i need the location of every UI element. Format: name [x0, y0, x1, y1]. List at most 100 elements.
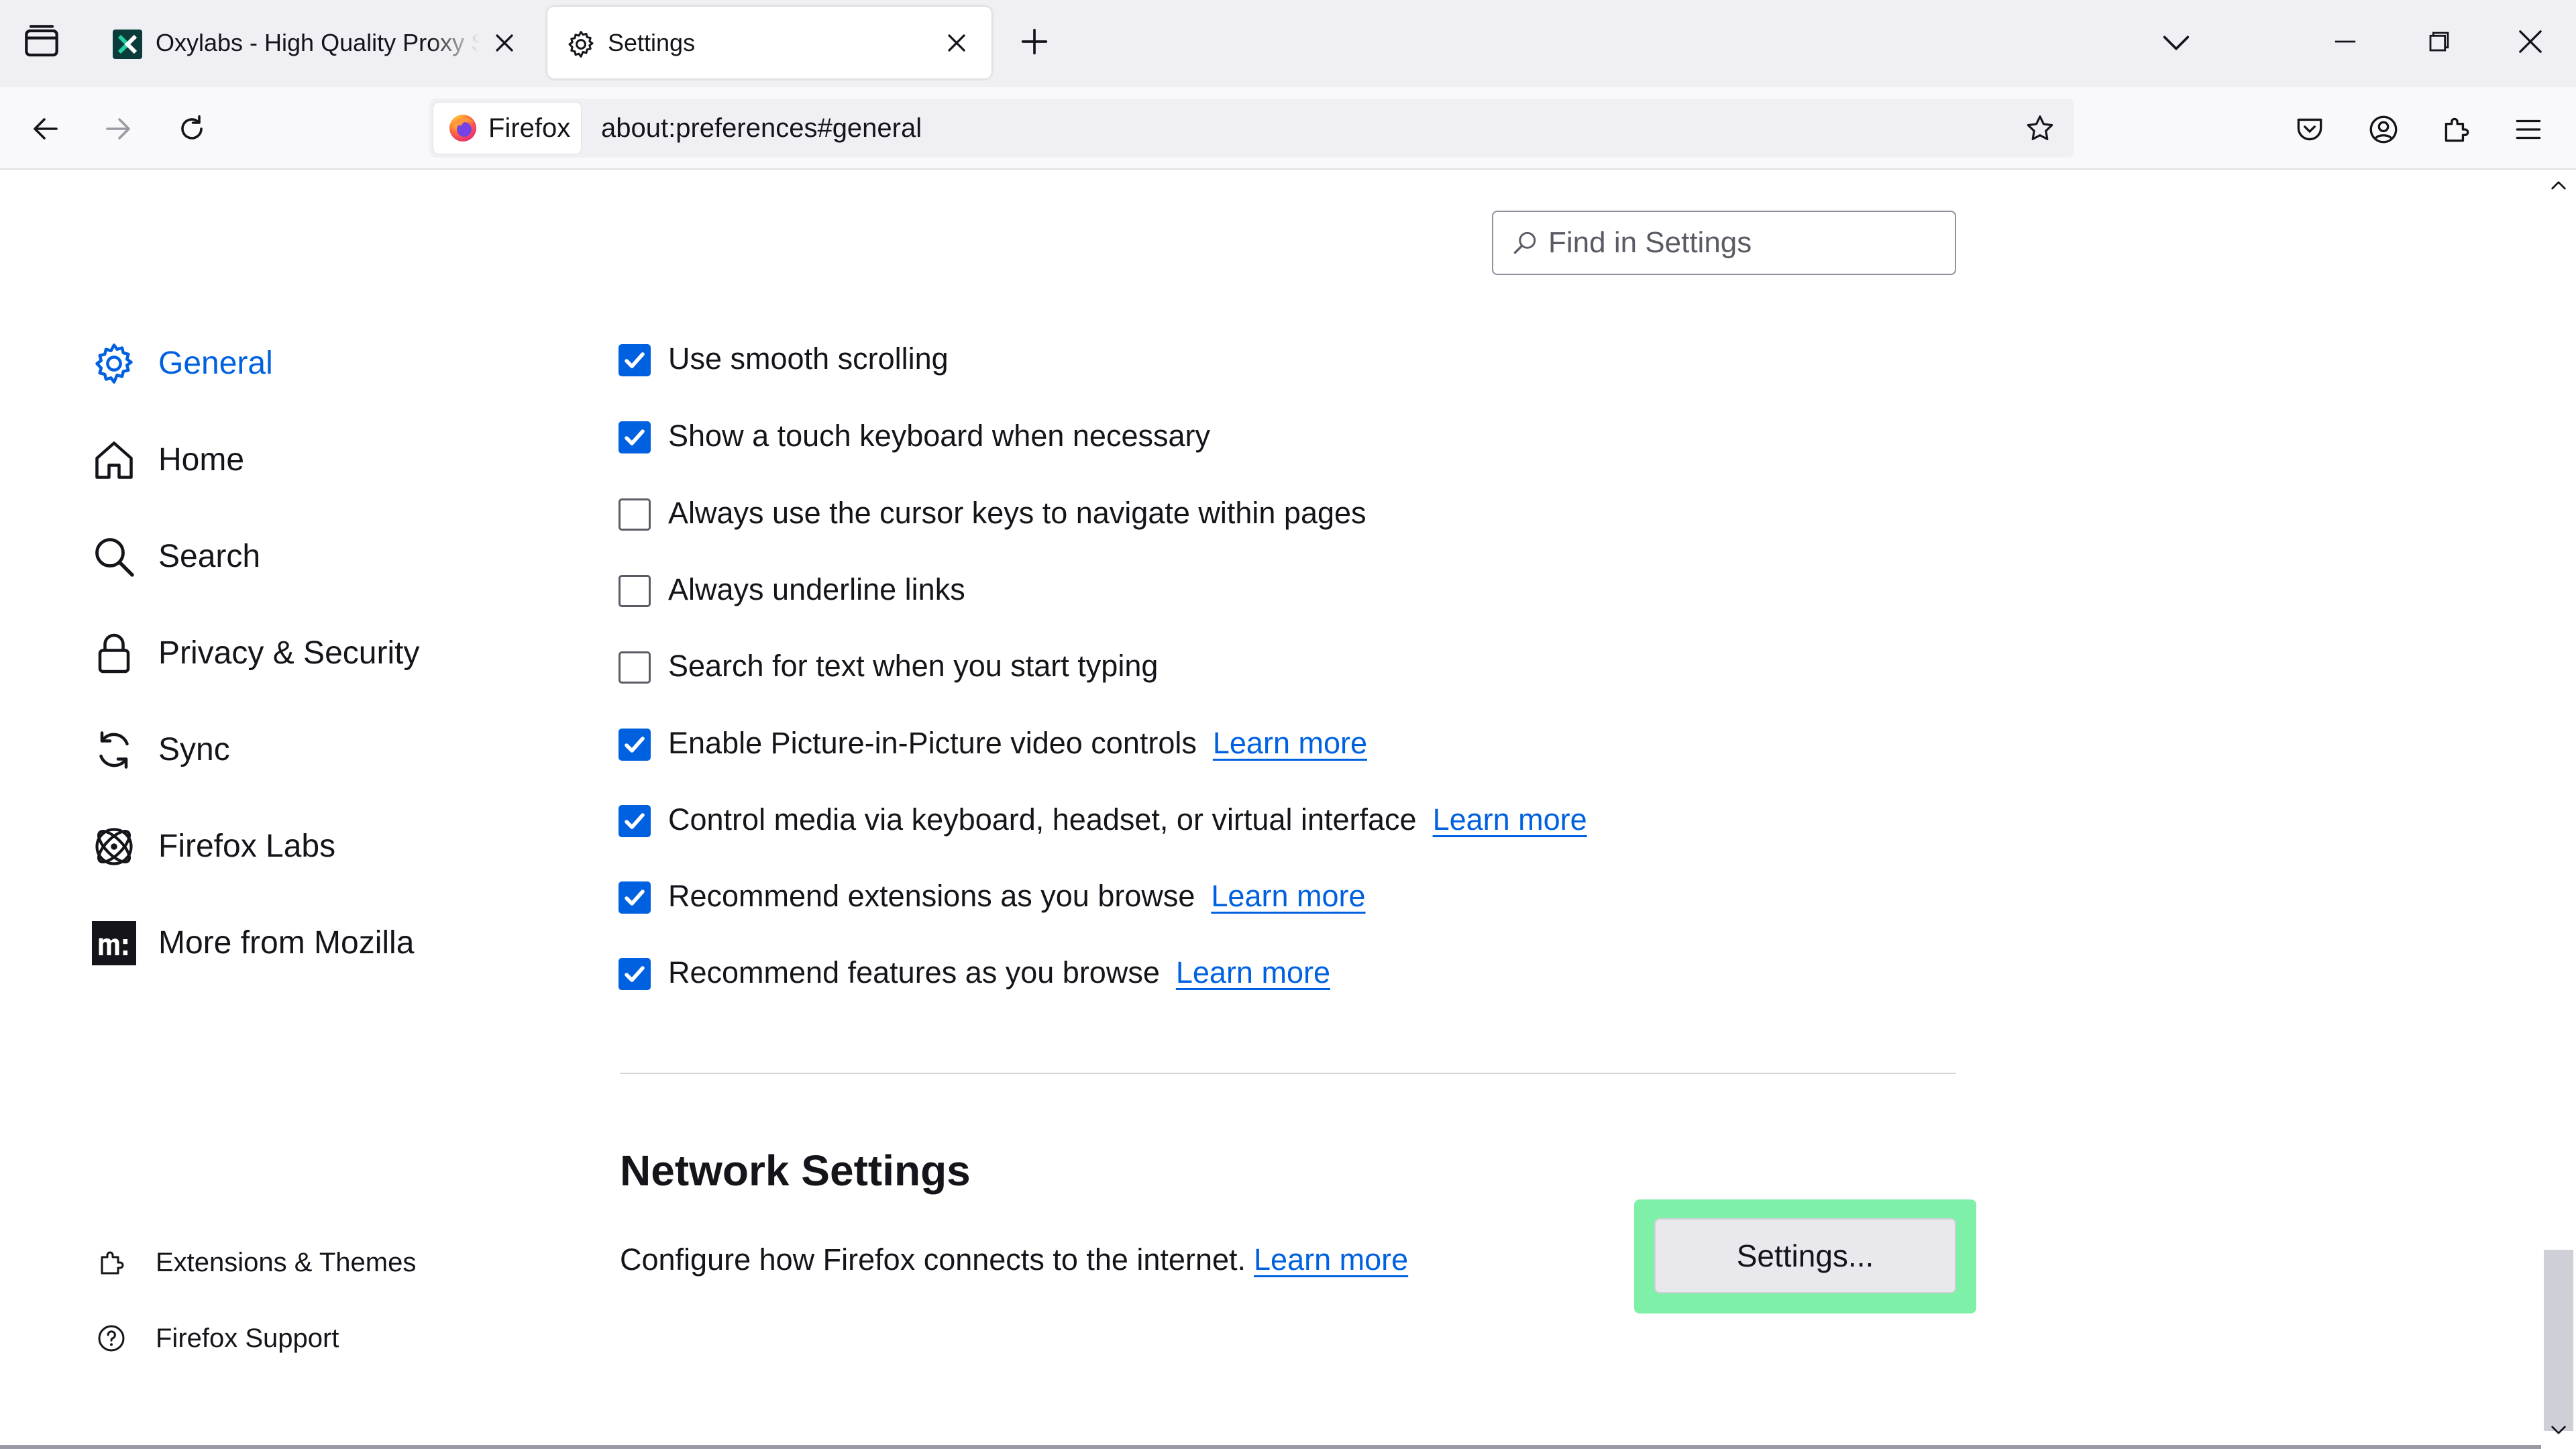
help-icon — [98, 1325, 125, 1352]
checkbox[interactable] — [619, 498, 651, 531]
option-text: Use smooth scrolling — [668, 341, 949, 376]
learn-more-link[interactable]: Learn more — [1433, 802, 1587, 837]
footer-label: Extensions & Themes — [156, 1248, 417, 1277]
option-text: Recommend extensions as you browse — [668, 879, 1195, 913]
star-icon — [2027, 115, 2053, 140]
option-text: Recommend features as you browse — [668, 955, 1160, 989]
checkmark-icon — [625, 737, 645, 753]
url-text[interactable]: about:preferences#general — [601, 99, 922, 158]
restore-button[interactable] — [2422, 24, 2457, 59]
category-label: Privacy & Security — [158, 635, 420, 671]
checkmark-icon — [625, 966, 645, 982]
option-label: Recommend extensions as you browse Learn … — [668, 869, 1366, 923]
bookmark-star-button[interactable] — [2023, 112, 2057, 146]
section-divider — [620, 1073, 1956, 1074]
checkmark-icon — [625, 352, 645, 368]
tab-oxylabs[interactable]: Oxylabs - High Quality Proxy Se — [98, 7, 527, 78]
chevron-down-icon — [2163, 36, 2190, 50]
lock-icon — [98, 633, 130, 674]
category-label: Sync — [158, 732, 230, 767]
list-all-tabs-button[interactable] — [2159, 25, 2194, 60]
category-label: Search — [158, 539, 261, 574]
checkbox[interactable] — [619, 729, 651, 761]
option-text: Search for text when you start typing — [668, 649, 1159, 683]
category-firefox-labs[interactable]: Firefox Labs — [90, 813, 466, 880]
network-settings-button[interactable]: Settings... — [1654, 1218, 1956, 1293]
learn-more-link[interactable]: Learn more — [1211, 879, 1365, 913]
scroll-down-arrow-icon[interactable] — [2548, 1419, 2569, 1440]
checkbox[interactable] — [619, 881, 651, 914]
close-tab-button[interactable] — [490, 28, 519, 58]
checkbox[interactable] — [619, 958, 651, 990]
category-label: More from Mozilla — [158, 925, 415, 961]
option-label: Recommend features as you browse Learn mo… — [668, 946, 1330, 1000]
category-sync[interactable]: Sync — [90, 716, 466, 784]
checkmark-icon — [625, 890, 645, 906]
settings-favicon-icon — [565, 28, 597, 60]
close-tab-button[interactable] — [942, 28, 971, 58]
find-in-settings[interactable] — [1492, 211, 1956, 275]
app-menu-button[interactable] — [2512, 113, 2545, 146]
category-search[interactable]: Search — [90, 523, 466, 590]
reload-button[interactable] — [176, 113, 208, 145]
option-text: Control media via keyboard, headset, or … — [668, 802, 1417, 837]
firefox-support-link[interactable]: Firefox Support — [95, 1311, 471, 1365]
puzzle-icon — [101, 1251, 124, 1275]
scroll-thumb[interactable] — [2544, 1250, 2573, 1431]
tab-overview-button[interactable] — [20, 20, 63, 63]
network-settings-description: Configure how Firefox connects to the in… — [620, 1233, 1408, 1287]
tab-overview-icon — [25, 25, 58, 57]
navigation-toolbar: Firefox about:preferences#general — [0, 87, 2576, 170]
footer-label: Firefox Support — [156, 1324, 339, 1353]
back-button[interactable] — [30, 113, 62, 145]
category-label: Firefox Labs — [158, 828, 336, 864]
checkbox[interactable] — [619, 344, 651, 376]
tab-title: Oxylabs - High Quality Proxy Se — [156, 29, 479, 56]
option-label: Control media via keyboard, headset, or … — [668, 793, 1587, 847]
category-label: General — [158, 345, 273, 381]
scrollbar[interactable] — [2541, 170, 2576, 1449]
option-text: Enable Picture-in-Picture video controls — [668, 726, 1197, 760]
reload-icon — [181, 115, 203, 140]
arrow-right-icon — [106, 118, 130, 140]
search-icon — [95, 538, 134, 577]
restore-icon — [2429, 32, 2449, 52]
minimize-button[interactable] — [2328, 24, 2363, 59]
checkbox[interactable] — [619, 575, 651, 607]
network-settings-heading: Network Settings — [620, 1146, 971, 1195]
pocket-icon — [2297, 118, 2322, 141]
learn-more-link[interactable]: Learn more — [1176, 955, 1330, 989]
puzzle-icon — [2445, 117, 2469, 142]
checkmark-icon — [625, 813, 645, 829]
close-window-button[interactable] — [2513, 24, 2548, 59]
tab-strip: Oxylabs - High Quality Proxy Se Settings — [0, 0, 2576, 87]
identity-label: Firefox — [488, 113, 571, 143]
search-input[interactable] — [1548, 212, 1937, 274]
new-tab-button[interactable] — [1017, 24, 1052, 59]
hamburger-menu-icon — [2516, 119, 2541, 140]
tab-settings[interactable]: Settings — [547, 7, 991, 78]
category-general[interactable]: General — [90, 330, 466, 397]
url-bar[interactable]: Firefox about:preferences#general — [429, 99, 2074, 158]
forward-button[interactable] — [102, 113, 134, 145]
learn-more-link[interactable]: Learn more — [1254, 1242, 1408, 1277]
extensions-themes-link[interactable]: Extensions & Themes — [95, 1236, 471, 1289]
arrow-left-icon — [34, 118, 58, 140]
plus-icon — [1021, 28, 1048, 55]
checkbox[interactable] — [619, 651, 651, 684]
extensions-button[interactable] — [2439, 113, 2473, 146]
checkbox[interactable] — [619, 421, 651, 453]
option-label: Always underline links — [668, 563, 965, 616]
identity-box[interactable]: Firefox — [433, 103, 581, 154]
scroll-up-arrow-icon[interactable] — [2548, 175, 2569, 197]
category-home[interactable]: Home — [90, 427, 466, 494]
category-privacy[interactable]: Privacy & Security — [90, 620, 466, 687]
sync-icon — [99, 731, 129, 769]
option-label: Search for text when you start typing — [668, 639, 1158, 693]
learn-more-link[interactable]: Learn more — [1213, 726, 1367, 760]
checkbox[interactable] — [619, 805, 651, 837]
account-button[interactable] — [2367, 113, 2400, 146]
tab-title: Settings — [608, 29, 696, 56]
pocket-button[interactable] — [2293, 113, 2326, 146]
category-more-from-mozilla[interactable]: More from Mozilla — [90, 910, 466, 977]
